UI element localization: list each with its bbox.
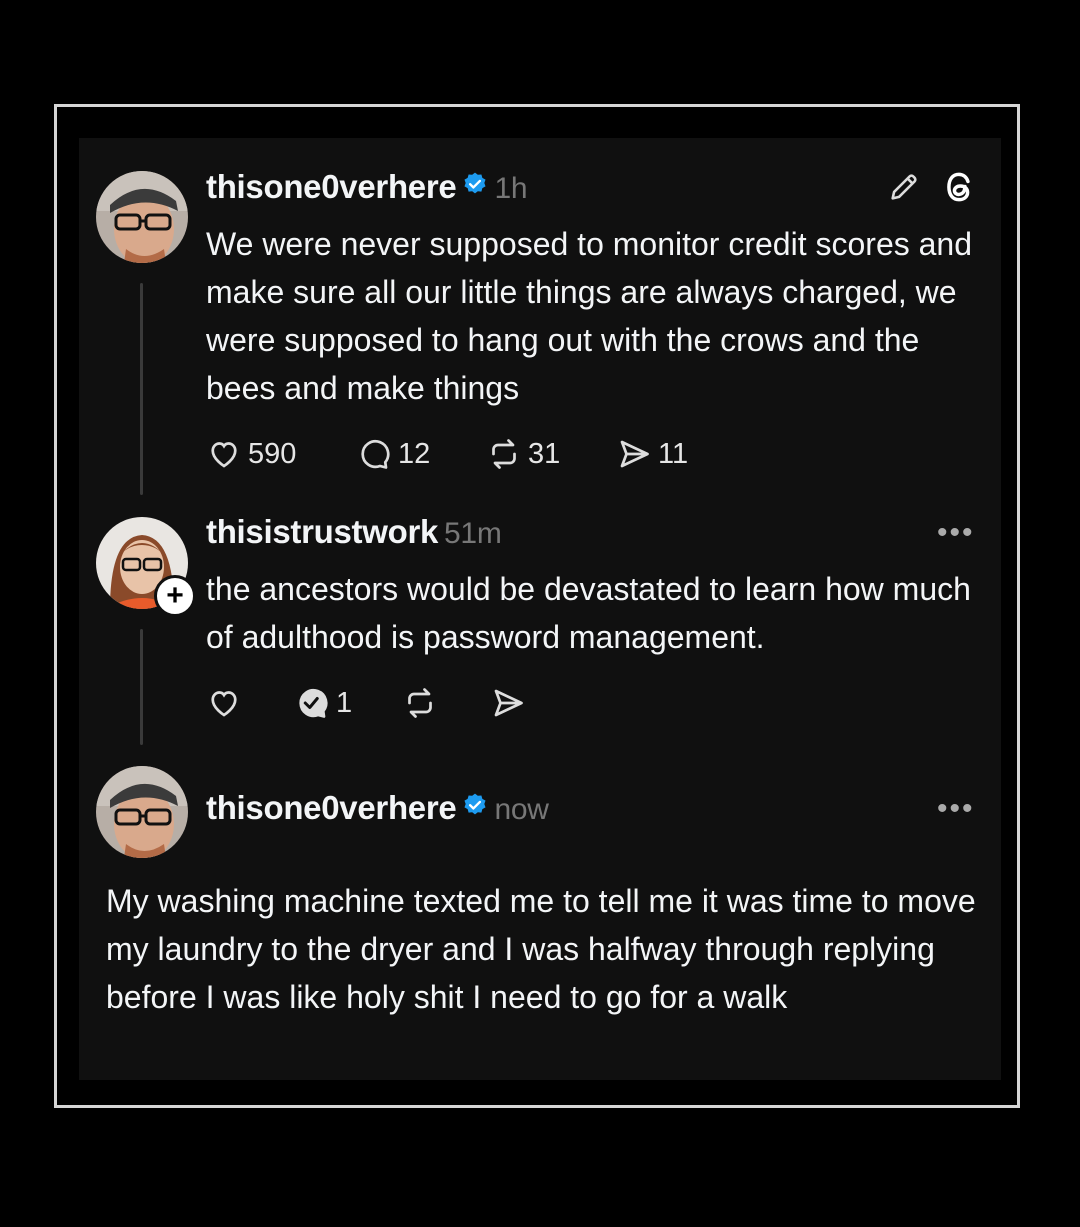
post-username[interactable]: thisone0verhere now xyxy=(206,789,549,829)
repost-icon xyxy=(486,436,522,472)
like-count: 590 xyxy=(248,437,297,470)
reply-button[interactable]: 12 xyxy=(356,436,486,472)
repost-icon xyxy=(402,685,438,721)
verified-badge-icon xyxy=(462,167,488,205)
follow-button[interactable]: + xyxy=(154,575,196,617)
repost-count: 31 xyxy=(528,437,561,470)
share-count: 11 xyxy=(658,437,689,470)
post-time: 1h xyxy=(494,172,528,205)
reply-count: 1 xyxy=(336,686,353,719)
threads-card: thisone0verhere 1h We were never suppose… xyxy=(79,138,1001,1080)
username-text[interactable]: thisone0verhere xyxy=(206,168,457,205)
repost-button[interactable] xyxy=(402,685,490,721)
post-actions: 590 12 31 11 xyxy=(206,434,688,474)
thread-line xyxy=(140,629,143,745)
more-options-button[interactable]: ••• xyxy=(937,794,975,824)
reply-count: 12 xyxy=(398,437,431,470)
post-actions: 1 xyxy=(206,683,526,723)
heart-icon xyxy=(206,685,242,721)
username-text[interactable]: thisone0verhere xyxy=(206,789,457,826)
reply-button[interactable]: 1 xyxy=(294,685,402,721)
like-button[interactable] xyxy=(206,685,294,721)
share-button[interactable]: 11 xyxy=(616,436,688,472)
plus-icon: + xyxy=(166,579,184,612)
repost-button[interactable]: 31 xyxy=(486,436,616,472)
post-text: the ancestors would be devastated to lea… xyxy=(206,571,971,655)
post-username[interactable]: thisistrustwork 51m xyxy=(206,513,502,551)
send-icon xyxy=(490,685,526,721)
verified-badge-icon xyxy=(462,788,488,826)
heart-icon xyxy=(206,436,242,472)
avatar-thisone0verhere[interactable] xyxy=(96,171,188,263)
post-text: My washing machine texted me to tell me … xyxy=(106,883,976,1015)
post-text: We were never supposed to monitor credit… xyxy=(206,226,973,406)
more-options-button[interactable]: ••• xyxy=(937,518,975,548)
threads-logo-icon[interactable] xyxy=(941,168,979,211)
post-top-icons xyxy=(887,168,979,211)
comment-checked-icon xyxy=(294,685,330,721)
post-time: 51m xyxy=(444,517,502,550)
username-text[interactable]: thisistrustwork xyxy=(206,513,438,550)
like-button[interactable]: 590 xyxy=(206,436,356,472)
post-time: now xyxy=(494,793,549,826)
pencil-icon[interactable] xyxy=(887,170,921,209)
send-icon xyxy=(616,436,652,472)
share-button[interactable] xyxy=(490,685,526,721)
thread-line xyxy=(140,283,143,495)
avatar-thisone0verhere[interactable] xyxy=(96,766,188,858)
post-username[interactable]: thisone0verhere 1h xyxy=(206,167,528,208)
comment-icon xyxy=(356,436,392,472)
